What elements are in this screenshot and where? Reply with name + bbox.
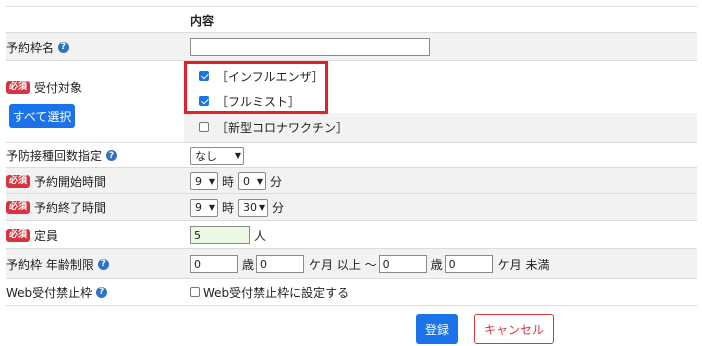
chevron-down-icon: ▼ [208,203,215,212]
start-hour-select[interactable]: 9 ▼ [190,172,218,190]
dose-limit-select[interactable]: なし ▼ [190,146,244,165]
age-limit-label: 予約枠 年齢制限 [6,257,94,272]
age-from-years-input[interactable] [190,255,238,273]
select-all-button[interactable]: すべて選択 [9,104,75,128]
header-row: 内容 [6,6,697,33]
highlight-box [184,61,328,114]
capacity-label: 定員 [34,228,59,243]
end-time-row: 必須 予約終了時間 9 ▼ 時 30 ▼ 分 [6,193,697,221]
checkbox-covid[interactable] [199,122,209,132]
chevron-down-icon: ▼ [256,176,264,186]
target-option-covid[interactable]: ［新型コロナワクチン］ [199,118,348,136]
end-time-label: 予約終了時間 [34,201,107,215]
reservation-name-row: 予約枠名 ? [6,32,697,61]
web-block-row: Web受付禁止枠 ? Web受付禁止枠に設定する [6,278,697,306]
web-block-checkbox[interactable]: Web受付禁止枠に設定する [190,284,349,301]
checkbox-web-block[interactable] [190,287,200,297]
dose-limit-row: 予防接種回数指定 ? なし ▼ [6,142,697,168]
help-icon[interactable]: ? [58,41,70,53]
column-title: 内容 [190,13,215,28]
web-block-label: Web受付禁止枠 [6,285,93,300]
age-to-years-input[interactable] [378,255,427,273]
help-icon[interactable]: ? [106,150,118,161]
end-minute-select[interactable]: 30 ▼ [238,198,269,217]
help-icon[interactable]: ? [96,286,108,298]
cancel-button[interactable]: キャンセル [474,314,554,344]
start-time-row: 必須 予約開始時間 9 ▼ 時 0 ▼ 分 [6,167,697,194]
chevron-down-icon: ▼ [208,176,215,186]
age-limit-row: 予約枠 年齢制限 ? 歳 ケ月 以上 〜 歳 ケ月 未満 [6,248,697,279]
target-label: 受付対象 [34,81,83,95]
capacity-row: 必須 定員 人 [6,220,697,249]
capacity-input[interactable] [190,226,250,244]
required-badge: 必須 [6,228,31,242]
chevron-down-icon: ▼ [259,203,266,212]
required-badge: 必須 [6,81,31,94]
required-badge: 必須 [6,174,31,188]
start-minute-select[interactable]: 0 ▼ [238,172,267,190]
age-from-months-input[interactable] [256,255,305,273]
target-row: 必須 受付対象 すべて選択 ［インフルエンザ］ ［フルミスト］ ［新型コロナワク… [6,60,697,143]
start-time-label: 予約開始時間 [34,174,107,189]
register-button[interactable]: 登録 [416,314,458,344]
help-icon[interactable]: ? [97,258,109,270]
chevron-down-icon: ▼ [234,151,241,160]
dose-limit-label: 予防接種回数指定 [6,149,103,163]
reservation-name-input[interactable] [190,38,430,56]
end-hour-select[interactable]: 9 ▼ [190,198,218,217]
reservation-name-label: 予約枠名 [6,40,55,55]
age-to-months-input[interactable] [444,255,493,273]
required-badge: 必須 [6,201,31,214]
